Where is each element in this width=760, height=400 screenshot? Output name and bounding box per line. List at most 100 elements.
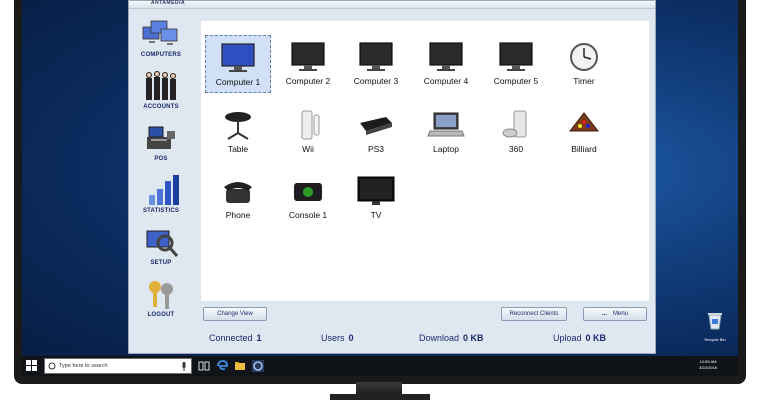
app-logo-text: ANTAMEDIA (151, 0, 186, 6)
tile-label: Billiard (571, 144, 597, 154)
windows-start-icon[interactable] (26, 360, 38, 372)
tile-label: Phone (225, 210, 251, 220)
sidebar: COMPUTERS ACCOUNTS POS STATISTICS SETUP … (131, 13, 191, 333)
tile-label: Console 1 (288, 210, 328, 220)
sidebar-label: POS (154, 156, 168, 162)
clock-date: 3/22/2018 (699, 365, 717, 370)
tile-label: 360 (508, 144, 524, 154)
microphone-icon[interactable] (181, 362, 187, 371)
accounts-icon (146, 71, 176, 100)
status-value: 0 (348, 333, 354, 343)
tile-billiard[interactable]: Billiard (551, 103, 617, 161)
sidebar-item-computers[interactable]: COMPUTERS (131, 17, 191, 67)
monitor-icon (429, 42, 463, 71)
xbox360-icon (502, 110, 527, 138)
desktop: ANTAMEDIA COMPUTERS ACCOUNTS POS STATIST… (22, 0, 738, 376)
search-icon (48, 362, 56, 370)
sidebar-item-logout[interactable]: LOGOUT (131, 277, 191, 327)
screenshot: ANTAMEDIA COMPUTERS ACCOUNTS POS STATIST… (0, 0, 760, 400)
tile-label: Computer 5 (493, 76, 539, 86)
status-label: Connected (209, 333, 253, 343)
status-value: 0 KB (463, 333, 484, 343)
search-placeholder: Type here to search (59, 363, 108, 369)
billiard-icon (568, 112, 600, 132)
logout-icon (149, 281, 173, 309)
sidebar-label: LOGOUT (147, 312, 175, 318)
monitor-icon (359, 42, 393, 71)
tile-phone[interactable]: Phone (205, 169, 271, 227)
tile-computer-4[interactable]: Computer 4 (413, 35, 479, 93)
app-window: ANTAMEDIA COMPUTERS ACCOUNTS POS STATIST… (128, 0, 656, 354)
monitor-icon (291, 42, 325, 71)
computers-icon (142, 20, 178, 45)
status-label: Users (321, 333, 345, 343)
status-download: Download 0 KB (419, 333, 484, 343)
sidebar-item-statistics[interactable]: STATISTICS (131, 173, 191, 223)
tile-computer-3[interactable]: Computer 3 (343, 35, 409, 93)
clock-icon (570, 43, 598, 71)
tile-label: Table (227, 144, 249, 154)
clients-panel: Computer 1 Computer 2 Computer 3 Compute… (201, 21, 649, 301)
tile-label: Computer 2 (285, 76, 331, 86)
reconnect-clients-button[interactable]: Reconnect Clients (501, 307, 567, 321)
status-users: Users 0 (321, 333, 354, 343)
sidebar-label: STATISTICS (142, 208, 180, 214)
file-explorer-icon[interactable] (234, 360, 246, 372)
tile-tv[interactable]: TV (343, 169, 409, 227)
recycle-bin-label: Recycle Bin (704, 337, 726, 342)
ps3-icon (360, 117, 392, 135)
phone-icon (224, 182, 252, 203)
tile-label: TV (370, 210, 382, 220)
status-label: Upload (553, 333, 582, 343)
laptop-icon (427, 112, 465, 137)
tile-label: Timer (573, 76, 595, 86)
tile-computer-1[interactable]: Computer 1 (205, 35, 271, 93)
tile-table[interactable]: Table (205, 103, 271, 161)
taskbar-clock[interactable]: 10:59 AM 3/22/2018 (688, 359, 728, 371)
recycle-bin[interactable]: Recycle Bin (698, 312, 732, 342)
change-view-button[interactable]: Change View (203, 307, 267, 321)
tile-laptop[interactable]: Laptop (413, 103, 479, 161)
menu-label: Menu (613, 311, 629, 317)
setup-icon (146, 230, 179, 257)
tile-360[interactable]: 360 (483, 103, 549, 161)
tile-label: Laptop (433, 144, 459, 154)
status-label: Download (419, 333, 460, 343)
statistics-icon (149, 175, 179, 205)
tile-ps3[interactable]: PS3 (343, 103, 409, 161)
tile-computer-5[interactable]: Computer 5 (483, 35, 549, 93)
sidebar-item-pos[interactable]: POS (131, 121, 191, 171)
wii-icon (301, 110, 320, 140)
tile-console-1[interactable]: Console 1 (275, 169, 341, 227)
sidebar-item-accounts[interactable]: ACCOUNTS (131, 69, 191, 119)
console-icon (294, 183, 322, 201)
tile-computer-2[interactable]: Computer 2 (275, 35, 341, 93)
monitor-icon (221, 43, 255, 72)
tile-label: PS3 (367, 144, 385, 154)
tv-icon (357, 176, 395, 205)
monitor-icon (499, 42, 533, 71)
status-upload: Upload 0 KB (553, 333, 606, 343)
tile-label: Computer 3 (353, 76, 399, 86)
taskbar-search-box[interactable]: Type here to search (44, 358, 192, 374)
sidebar-item-setup[interactable]: SETUP (131, 225, 191, 275)
tile-timer[interactable]: Timer (551, 35, 617, 93)
app-title-bar: ANTAMEDIA (129, 0, 655, 9)
menu-dots: ... (601, 311, 607, 317)
status-value: 0 KB (585, 333, 607, 343)
tile-wii[interactable]: Wii (275, 103, 341, 161)
monitor-stand-base (330, 394, 430, 400)
sidebar-label: COMPUTERS (140, 52, 182, 58)
app-taskbar-icon[interactable] (252, 360, 264, 372)
tile-label: Computer 1 (215, 77, 261, 87)
taskbar: Type here to search 10:59 AM 3/22/2018 (22, 356, 738, 376)
pos-icon (147, 126, 175, 149)
task-view-icon[interactable] (198, 360, 210, 372)
edge-browser-icon[interactable] (216, 360, 228, 372)
table-icon (225, 112, 251, 140)
status-value: 1 (256, 333, 262, 343)
menu-button[interactable]: ... Menu (583, 307, 647, 321)
sidebar-label: ACCOUNTS (143, 104, 179, 110)
tile-label: Wii (302, 144, 314, 154)
recycle-bin-icon (708, 313, 722, 330)
